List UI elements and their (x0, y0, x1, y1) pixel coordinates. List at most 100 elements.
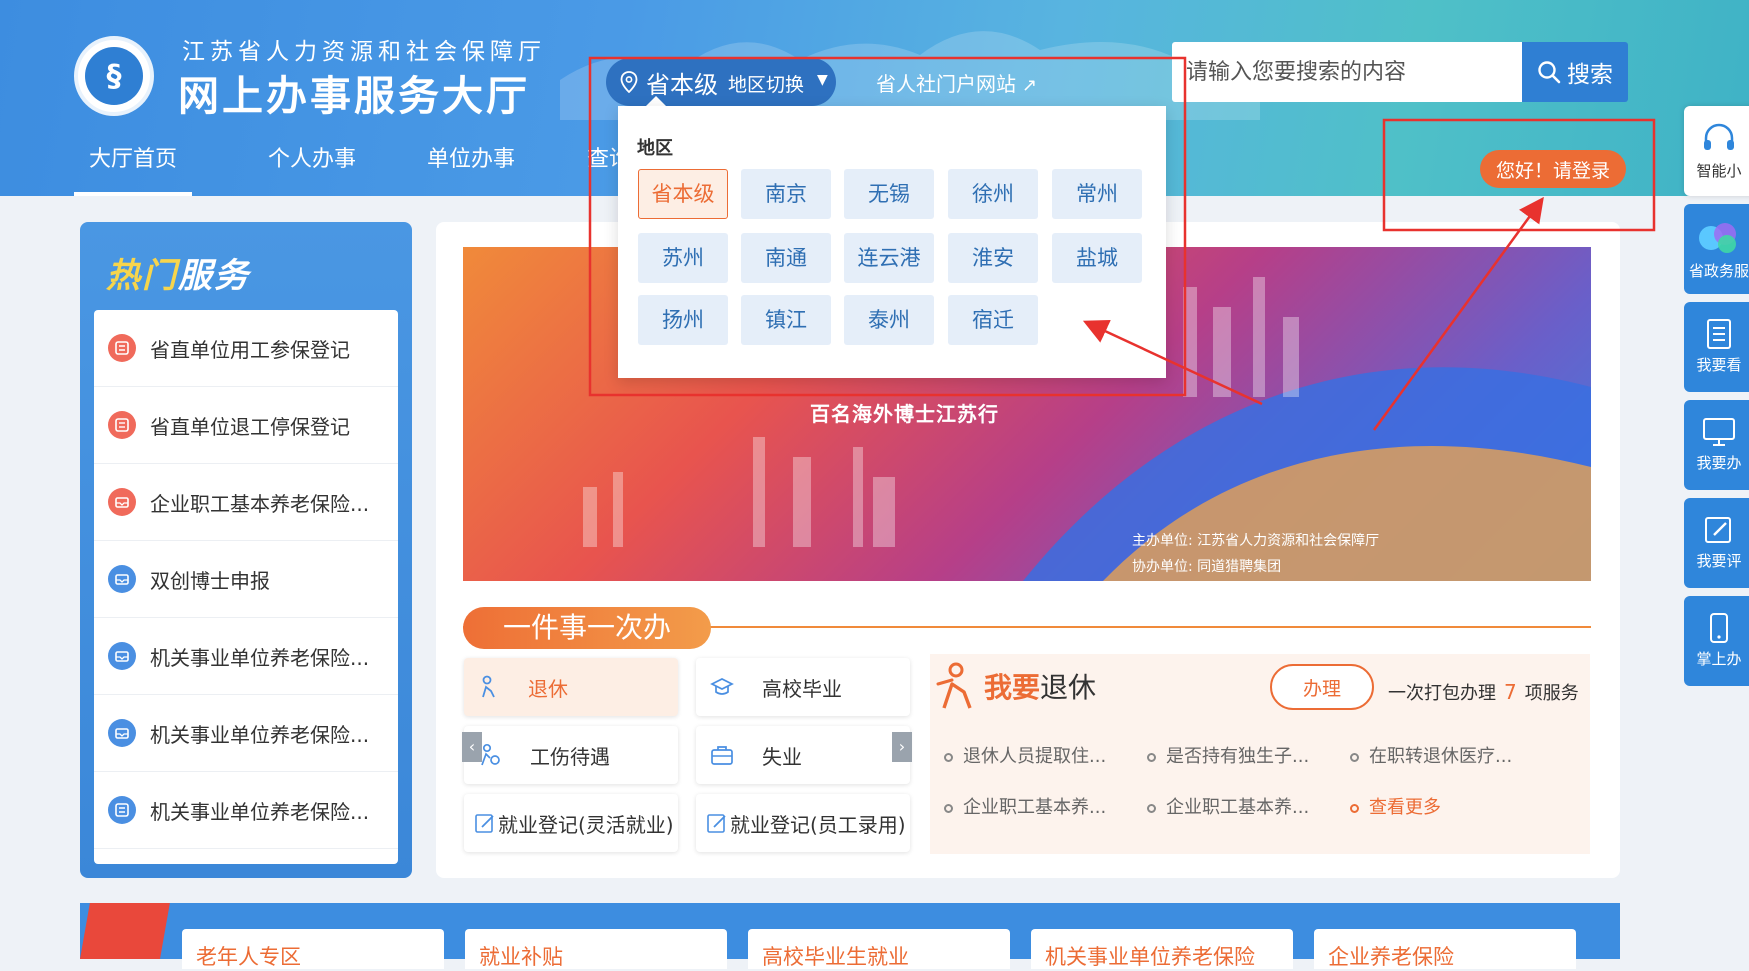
view-more-text: 查看更多 (1369, 797, 1441, 818)
hot-service-label: 省直单位用工参保登记 (150, 337, 350, 362)
region-option[interactable]: 连云港 (844, 233, 934, 283)
float-mobile[interactable]: 掌上办 (1684, 596, 1749, 686)
float-view[interactable]: 我要看 (1684, 302, 1749, 392)
nav-unit[interactable]: 单位办事 (427, 142, 515, 196)
hot-service-item[interactable]: 省直单位退工停保登记 (94, 387, 398, 464)
nav-personal[interactable]: 个人办事 (268, 142, 356, 196)
app-logo-icon (1699, 223, 1736, 253)
category-graduate[interactable]: 高校毕业 (696, 658, 910, 716)
hot-title-part2: 服务 (178, 256, 250, 296)
category-retire[interactable]: 退休 (464, 658, 678, 716)
category-label: 退休 (528, 676, 568, 701)
hot-service-item[interactable]: 机关事业单位养老保险... (94, 695, 398, 772)
category-injury[interactable]: 工伤待遇 (464, 726, 678, 784)
hot-service-item[interactable]: 企业职工基本养老保险... (94, 464, 398, 541)
graduation-cap-icon (710, 678, 734, 695)
location-pin-icon (620, 71, 638, 93)
category-unemployment[interactable]: 失业 (696, 726, 910, 784)
bullet-icon (1350, 803, 1359, 813)
pack-text: 一次打包办理 (1388, 683, 1496, 704)
bullet-icon (1147, 752, 1156, 762)
form-icon (475, 814, 494, 833)
retire-service-link[interactable]: 退休人员提取住... (944, 742, 1106, 768)
category-label: 就业登记(员工录用) (730, 812, 906, 837)
bottom-card[interactable]: 机关事业单位养老保险 (1031, 929, 1293, 969)
form-icon (707, 814, 726, 833)
hot-service-item[interactable]: 双创博士申报 (94, 541, 398, 618)
hot-service-item[interactable]: 机关事业单位养老保险... (94, 618, 398, 695)
region-option[interactable]: 南通 (741, 233, 831, 283)
search-button[interactable]: 搜索 (1522, 42, 1628, 102)
float-label: 省政务服 (1688, 262, 1749, 280)
hot-service-item[interactable]: 省直单位用工参保登记 (94, 310, 398, 387)
next-arrow-icon[interactable]: › (892, 732, 912, 762)
region-option[interactable]: 省本级 (638, 169, 728, 219)
search-input[interactable] (1172, 42, 1522, 102)
bottom-card[interactable]: 就业补贴 (465, 929, 727, 969)
inbox-icon (108, 719, 136, 747)
hot-service-label: 企业职工基本养老保险... (150, 491, 370, 516)
bullet-icon (944, 803, 953, 813)
site-logo[interactable]: § (74, 36, 154, 116)
category-employment-flexible[interactable]: 就业登记(灵活就业) (464, 794, 678, 852)
view-more-link[interactable]: 查看更多 (1350, 793, 1441, 819)
category-employment-hire[interactable]: 就业登记(员工录用) (696, 794, 910, 852)
hot-service-label: 机关事业单位养老保险... (150, 645, 370, 670)
region-option[interactable]: 宿迁 (948, 295, 1038, 345)
banner-subtitle: 百名海外博士江苏行 (810, 402, 999, 426)
banner-host: 主办单位: 江苏省人力资源和社会保障厅 (1132, 533, 1380, 549)
category-label: 高校毕业 (762, 676, 842, 701)
bullet-icon (1350, 752, 1359, 762)
search-icon (1538, 61, 1561, 84)
register-icon (108, 796, 136, 824)
region-option[interactable]: 扬州 (638, 295, 728, 345)
region-switch-label: 地区切换 (728, 74, 805, 96)
retire-link-text: 退休人员提取住... (963, 746, 1107, 767)
logo-mark: § (85, 47, 143, 105)
retire-service-link[interactable]: 企业职工基本养... (1147, 793, 1309, 819)
retire-service-link[interactable]: 企业职工基本养... (944, 793, 1106, 819)
bottom-card[interactable]: 高校毕业生就业 (748, 929, 1010, 969)
region-option[interactable]: 淮安 (948, 233, 1038, 283)
retire-title-hl: 我要 (984, 671, 1041, 704)
monitor-icon (1703, 418, 1735, 446)
portal-link[interactable]: 省人社门户网站 ↗ (876, 68, 1037, 97)
handle-button[interactable]: 办理 (1270, 664, 1374, 710)
region-option[interactable]: 镇江 (741, 295, 831, 345)
edit-icon (1705, 517, 1731, 543)
region-option[interactable]: 常州 (1052, 169, 1142, 219)
one-thing-tag: 一件事一次办 (463, 607, 711, 649)
retire-service-link[interactable]: 是否持有独生子... (1147, 742, 1309, 768)
nav-home[interactable]: 大厅首页 (74, 142, 192, 196)
float-handle[interactable]: 我要办 (1684, 400, 1749, 490)
region-selector[interactable]: 省本级 地区切换 ▼ (606, 58, 836, 106)
float-label: 我要办 (1696, 454, 1742, 472)
float-label: 我要看 (1696, 356, 1742, 374)
region-option[interactable]: 徐州 (948, 169, 1038, 219)
hot-service-item[interactable]: 机关事业单位养老保险... (94, 772, 398, 849)
pack-info: 一次打包办理 7 项服务 (1388, 679, 1579, 705)
float-evaluate[interactable]: 我要评 (1684, 498, 1749, 588)
region-option[interactable]: 无锡 (844, 169, 934, 219)
region-option[interactable]: 南京 (741, 169, 831, 219)
register-icon (108, 334, 136, 362)
retire-person-icon (936, 662, 972, 709)
category-label: 失业 (762, 744, 802, 769)
retire-link-text: 企业职工基本养... (1166, 797, 1310, 818)
float-gov-service[interactable]: 省政务服 (1684, 204, 1749, 294)
prev-arrow-icon[interactable]: ‹ (462, 732, 482, 762)
float-label: 智能小 (1696, 162, 1742, 180)
region-option[interactable]: 泰州 (844, 295, 934, 345)
dropdown-arrow (646, 96, 666, 106)
region-option[interactable]: 苏州 (638, 233, 728, 283)
region-option[interactable]: 盐城 (1052, 233, 1142, 283)
search-button-label: 搜索 (1567, 62, 1613, 88)
retire-link-text: 企业职工基本养... (963, 797, 1107, 818)
retire-service-link[interactable]: 在职转退休医疗... (1350, 742, 1512, 768)
bottom-card[interactable]: 老年人专区 (182, 929, 444, 969)
hot-title-part1: 热门 (106, 256, 178, 296)
login-button[interactable]: 您好！请登录 (1480, 150, 1626, 188)
inbox-icon (108, 565, 136, 593)
float-smart-assistant[interactable]: 智能小 (1684, 106, 1749, 196)
bottom-card[interactable]: 企业养老保险 (1314, 929, 1576, 969)
